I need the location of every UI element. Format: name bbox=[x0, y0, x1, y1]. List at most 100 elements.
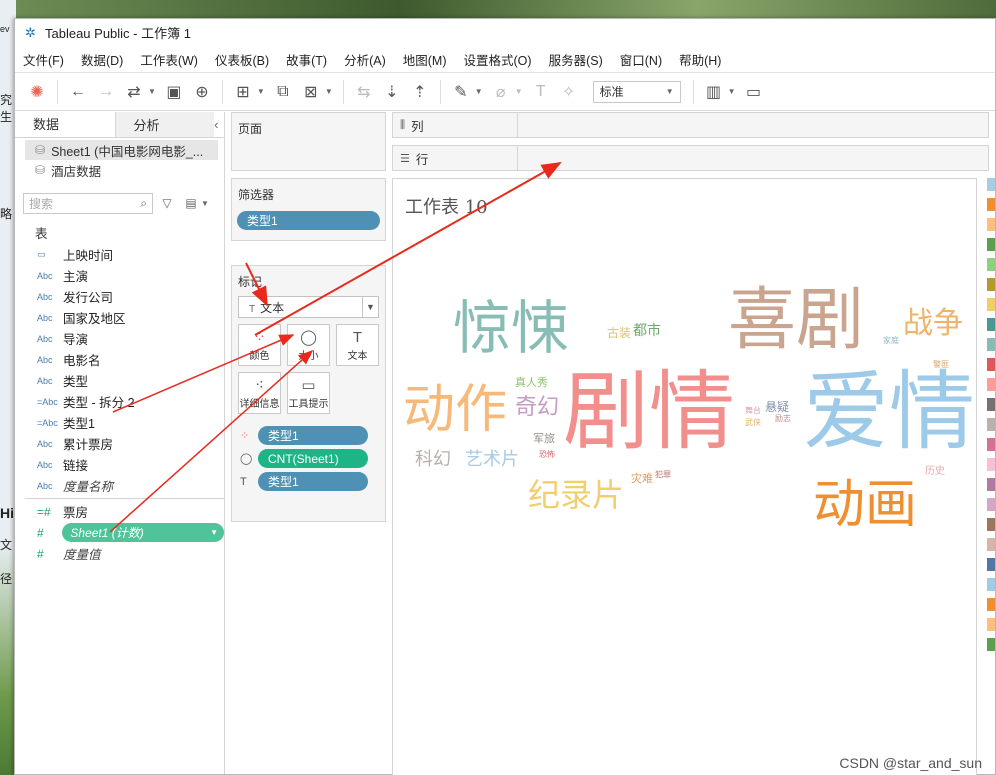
filter-icon[interactable]: ▽ bbox=[157, 196, 177, 210]
chevron-down-icon[interactable]: ▼ bbox=[728, 87, 736, 96]
word-cloud-mark[interactable]: 动作 bbox=[403, 384, 507, 436]
menu-window[interactable]: 窗口(N) bbox=[620, 50, 662, 69]
swap-rows-columns-icon[interactable]: ⇆ bbox=[350, 78, 378, 106]
worksheet-view[interactable]: 工作表 10 剧情 爱情 喜剧 惊悚 动作 动画 战争 纪录片 奇幻 科幻 艺术片 都市 古装 真人秀 军旅… bbox=[392, 178, 977, 775]
sort-descending-icon[interactable]: ⇡ bbox=[406, 78, 434, 106]
filter-pill[interactable]: 类型1 bbox=[237, 211, 380, 230]
word-cloud-mark[interactable]: 恐怖 bbox=[539, 451, 555, 459]
legend-swatch[interactable] bbox=[987, 518, 995, 531]
field-pill-selected[interactable]: Sheet1 (计数) ▼ bbox=[62, 523, 224, 542]
legend-swatch[interactable] bbox=[987, 598, 995, 611]
dimension-field[interactable]: =Abc 类型 - 拆分 2 bbox=[15, 391, 224, 412]
legend-swatch[interactable] bbox=[987, 378, 995, 391]
menu-format[interactable]: 设置格式(O) bbox=[464, 50, 532, 69]
word-cloud-mark[interactable]: 灾难 bbox=[631, 473, 653, 484]
menu-server[interactable]: 服务器(S) bbox=[549, 50, 603, 69]
legend-swatch[interactable] bbox=[987, 438, 995, 451]
word-cloud-mark[interactable]: 动画 bbox=[813, 479, 917, 531]
dimension-field[interactable]: ▭ 上映时间 bbox=[15, 244, 224, 265]
legend-swatch[interactable] bbox=[987, 198, 995, 211]
presentation-mode-icon[interactable]: ▭ bbox=[740, 78, 768, 106]
tableau-home-icon[interactable]: ✺ bbox=[23, 78, 51, 106]
legend-swatch[interactable] bbox=[987, 338, 995, 351]
menu-file[interactable]: 文件(F) bbox=[23, 50, 64, 69]
dimension-field[interactable]: Abc 发行公司 bbox=[15, 286, 224, 307]
legend-swatch[interactable] bbox=[987, 498, 995, 511]
collapse-pane-icon[interactable]: ‹ bbox=[214, 112, 224, 137]
legend-swatch[interactable] bbox=[987, 478, 995, 491]
replay-icon[interactable]: ⇄ bbox=[120, 78, 148, 106]
menu-help[interactable]: 帮助(H) bbox=[679, 50, 721, 69]
word-cloud-mark[interactable]: 科幻 bbox=[415, 451, 451, 469]
legend-swatch[interactable] bbox=[987, 618, 995, 631]
datasource-item[interactable]: ⛁ Sheet1 (中国电影网电影_... bbox=[25, 140, 218, 160]
dimension-field[interactable]: Abc 累计票房 bbox=[15, 433, 224, 454]
chevron-down-icon[interactable]: ▼ bbox=[148, 87, 156, 96]
word-cloud-mark[interactable]: 舞台 bbox=[745, 407, 761, 415]
word-cloud-mark[interactable]: 军旅 bbox=[533, 433, 555, 444]
tab-analysis[interactable]: 分析 bbox=[114, 112, 215, 137]
new-datasource-icon[interactable]: ⊕ bbox=[188, 78, 216, 106]
label-button[interactable]: T 文本 bbox=[336, 324, 379, 366]
dimension-field[interactable]: Abc 度量名称 bbox=[15, 475, 224, 496]
group-members-icon[interactable]: ⌀ bbox=[487, 78, 515, 106]
legend-swatch[interactable] bbox=[987, 558, 995, 571]
chevron-down-icon[interactable]: ▼ bbox=[325, 87, 333, 96]
dimension-field[interactable]: Abc 类型 bbox=[15, 370, 224, 391]
legend-swatch[interactable] bbox=[987, 358, 995, 371]
legend-swatch[interactable] bbox=[987, 458, 995, 471]
word-cloud-mark[interactable]: 奇幻 bbox=[515, 397, 559, 419]
color-encoding-pill[interactable]: 类型1 bbox=[258, 426, 368, 445]
dimension-field[interactable]: =Abc 类型1 bbox=[15, 412, 224, 433]
legend-swatch[interactable] bbox=[987, 578, 995, 591]
size-encoding-pill[interactable]: CNT(Sheet1) bbox=[258, 449, 368, 468]
dimension-field[interactable]: Abc 国家及地区 bbox=[15, 307, 224, 328]
tooltip-button[interactable]: ▭ 工具提示 bbox=[287, 372, 330, 414]
show-mark-labels-icon[interactable]: T bbox=[527, 78, 555, 106]
legend-swatch[interactable] bbox=[987, 538, 995, 551]
undo-icon[interactable]: ← bbox=[64, 78, 92, 106]
measure-field[interactable]: =# 票房 bbox=[15, 501, 224, 522]
datasource-item[interactable]: ⛁ 酒店数据 bbox=[15, 160, 224, 180]
dimension-field[interactable]: Abc 电影名 bbox=[15, 349, 224, 370]
tab-data[interactable]: 数据 bbox=[15, 112, 115, 137]
pages-card[interactable]: 页面 bbox=[231, 112, 386, 171]
menu-worksheet[interactable]: 工作表(W) bbox=[140, 50, 198, 69]
word-cloud-mark[interactable]: 家庭 bbox=[883, 337, 899, 345]
filters-card[interactable]: 筛选器 类型1 bbox=[231, 178, 386, 241]
legend-swatch[interactable] bbox=[987, 398, 995, 411]
word-cloud-mark[interactable]: 悬疑 bbox=[765, 401, 789, 413]
legend-swatch[interactable] bbox=[987, 418, 995, 431]
sort-ascending-icon[interactable]: ⇣ bbox=[378, 78, 406, 106]
word-cloud-mark[interactable]: 警匪 bbox=[933, 361, 949, 369]
word-cloud-mark[interactable]: 犯罪 bbox=[655, 471, 671, 479]
word-cloud-mark[interactable]: 真人秀 bbox=[515, 377, 548, 388]
legend-swatch[interactable] bbox=[987, 638, 995, 651]
word-cloud-mark[interactable]: 励志 bbox=[775, 415, 791, 423]
dimension-field[interactable]: Abc 主演 bbox=[15, 265, 224, 286]
word-cloud-mark[interactable]: 惊悚 bbox=[453, 299, 569, 357]
new-worksheet-icon[interactable]: ⊞ bbox=[229, 78, 257, 106]
fix-axes-icon[interactable]: ✧ bbox=[555, 78, 583, 106]
redo-icon[interactable]: → bbox=[92, 78, 120, 106]
menu-dashboard[interactable]: 仪表板(B) bbox=[215, 50, 269, 69]
legend-swatch[interactable] bbox=[987, 238, 995, 251]
word-cloud-mark[interactable]: 古装 bbox=[607, 327, 631, 339]
dimension-field[interactable]: Abc 导演 bbox=[15, 328, 224, 349]
legend-swatch[interactable] bbox=[987, 258, 995, 271]
mark-type-select[interactable]: T 文本 ▼ bbox=[238, 296, 379, 318]
text-encoding-pill[interactable]: 类型1 bbox=[258, 472, 368, 491]
legend-swatch[interactable] bbox=[987, 178, 995, 191]
show-cards-icon[interactable]: ▥ bbox=[700, 78, 728, 106]
color-button[interactable]: ⁘ 颜色 bbox=[238, 324, 281, 366]
field-search-input[interactable]: 搜索 ⌕ bbox=[23, 192, 153, 214]
dimension-field[interactable]: Abc 链接 bbox=[15, 454, 224, 475]
fit-select[interactable]: 标准 ▼ bbox=[592, 80, 681, 103]
highlight-icon[interactable]: ✎ bbox=[447, 78, 475, 106]
measure-field[interactable]: # Sheet1 (计数) ▼ bbox=[15, 522, 224, 543]
clear-sheet-icon[interactable]: ⊠ bbox=[297, 78, 325, 106]
chevron-down-icon[interactable]: ▼ bbox=[257, 87, 265, 96]
chevron-down-icon[interactable]: ▼ bbox=[210, 528, 218, 537]
word-cloud-mark[interactable]: 艺术片 bbox=[465, 451, 519, 469]
legend-swatch[interactable] bbox=[987, 218, 995, 231]
